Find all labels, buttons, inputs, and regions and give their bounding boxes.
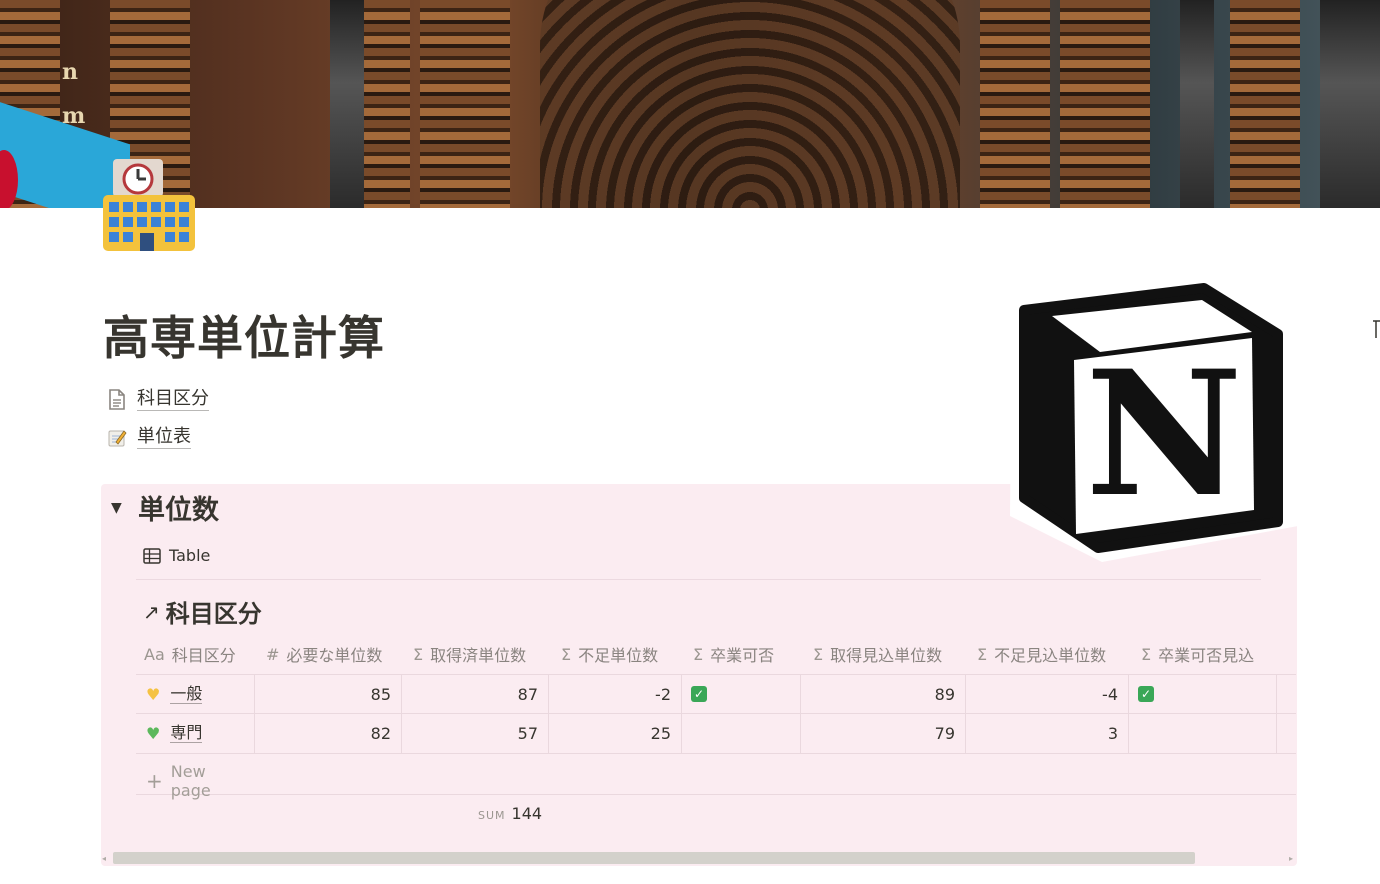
cell-expected[interactable]: 79 — [800, 714, 965, 752]
page-title[interactable]: 高専単位計算 — [103, 302, 385, 368]
new-page-label: New page — [170, 762, 211, 800]
column-header-expected[interactable]: Σ 取得見込単位数 — [813, 634, 942, 674]
column-label: 取得見込単位数 — [830, 646, 943, 665]
column-header-graduate[interactable]: Σ 卒業可否 — [693, 634, 774, 674]
notion-logo-image: N — [1010, 280, 1298, 562]
scroll-left-arrow-icon[interactable]: ◂ — [102, 854, 106, 863]
formula-property-icon: Σ — [561, 644, 572, 664]
row-title[interactable]: 専門 — [170, 723, 203, 743]
view-tab-label: Table — [169, 546, 211, 565]
cover-image: nm — [0, 0, 1380, 208]
link-credit-table[interactable]: 単位表 — [107, 426, 191, 449]
cell-shortfall[interactable]: -2 — [548, 675, 681, 713]
link-label[interactable]: 科目区分 — [137, 388, 209, 411]
bookshelf — [360, 0, 410, 208]
column-label: 不足単位数 — [578, 646, 659, 665]
column — [330, 0, 364, 208]
column-label: 取得済単位数 — [430, 646, 527, 665]
scroll-right-arrow-icon[interactable]: ▸ — [1289, 854, 1293, 863]
formula-property-icon: Σ — [813, 644, 824, 664]
formula-property-icon: Σ — [413, 644, 424, 664]
cell-expected-graduate[interactable]: ✓ — [1128, 675, 1276, 713]
tab-table-view[interactable]: Table — [143, 546, 210, 565]
memo-icon — [108, 429, 127, 446]
arrow-up-right-icon: ↗ — [143, 599, 160, 624]
cell-earned[interactable]: 57 — [401, 714, 548, 752]
row-divider — [136, 753, 1296, 754]
bookshelf — [420, 0, 510, 208]
cell-expected-shortfall[interactable]: -4 — [965, 675, 1128, 713]
formula-property-icon: Σ — [977, 644, 988, 664]
cell-expected[interactable]: 89 — [800, 675, 965, 713]
new-page-button[interactable]: + New page — [146, 762, 211, 800]
table-row-specialized[interactable]: ♥ 専門 — [136, 714, 254, 752]
bookshelf — [1230, 0, 1300, 208]
database-title[interactable]: ↗ 科目区分 — [143, 594, 262, 629]
title-property-icon: Aa — [144, 644, 165, 664]
column-label: 不足見込単位数 — [994, 646, 1107, 665]
cell-expected-shortfall[interactable]: 3 — [965, 714, 1128, 752]
column-header-shortfall[interactable]: Σ 不足単位数 — [561, 634, 658, 674]
side-marker — [1373, 320, 1380, 338]
sum-label: SUM — [478, 809, 506, 822]
column-header-expected-shortfall[interactable]: Σ 不足見込単位数 — [977, 634, 1106, 674]
school-building-icon[interactable] — [101, 157, 197, 253]
calculation-sum[interactable]: SUM 144 — [478, 804, 542, 823]
column-header-earned[interactable]: Σ 取得済単位数 — [413, 634, 526, 674]
column — [1320, 0, 1380, 208]
column-label: 卒業可否見込 — [1158, 646, 1255, 665]
column-header-expected-graduate[interactable]: Σ 卒業可否見込 — [1141, 634, 1254, 674]
library-arch — [540, 0, 960, 208]
bookshelf — [980, 0, 1050, 208]
formula-property-icon: Σ — [1141, 644, 1152, 664]
table-icon — [143, 547, 161, 564]
cell-required[interactable]: 85 — [254, 675, 401, 713]
link-subject-category[interactable]: 科目区分 — [107, 388, 209, 411]
bookshelf — [1060, 0, 1150, 208]
database-title-label: 科目区分 — [165, 600, 262, 628]
cell-expected-graduate[interactable] — [1128, 714, 1276, 752]
link-label[interactable]: 単位表 — [137, 426, 191, 449]
cover-letters: nm — [62, 59, 86, 129]
cell-required[interactable]: 82 — [254, 714, 401, 752]
column-divider — [1276, 674, 1277, 753]
row-divider — [136, 794, 1296, 795]
row-title[interactable]: 一般 — [170, 684, 203, 704]
cell-graduate[interactable]: ✓ — [681, 675, 800, 713]
cell-graduate[interactable] — [681, 714, 800, 752]
section-heading[interactable]: 単位数 — [138, 488, 219, 527]
checkmark-icon: ✓ — [1138, 686, 1154, 702]
page-doc-icon — [109, 388, 125, 410]
column-label: 必要な単位数 — [286, 646, 383, 665]
column-header-subject[interactable]: Aa 科目区分 — [144, 634, 236, 674]
horizontal-scrollbar[interactable] — [113, 852, 1195, 864]
column-label: 卒業可否 — [710, 646, 775, 665]
column-header-required[interactable]: # 必要な単位数 — [266, 634, 382, 674]
table-row-general[interactable]: ♥ 一般 — [136, 675, 254, 713]
column-label: 科目区分 — [171, 646, 236, 665]
sum-value: 144 — [511, 804, 543, 823]
svg-text:N: N — [1085, 332, 1242, 535]
checkmark-icon: ✓ — [691, 686, 707, 702]
formula-property-icon: Σ — [693, 644, 704, 664]
toggle-triangle-icon[interactable]: ▼ — [111, 500, 122, 516]
column — [1180, 0, 1214, 208]
yellow-heart-icon: ♥ — [146, 684, 161, 704]
plus-icon: + — [146, 769, 163, 793]
green-heart-icon: ♥ — [146, 723, 161, 743]
number-property-icon: # — [266, 644, 280, 664]
cell-earned[interactable]: 87 — [401, 675, 548, 713]
divider — [136, 579, 1261, 580]
cell-shortfall[interactable]: 25 — [548, 714, 681, 752]
